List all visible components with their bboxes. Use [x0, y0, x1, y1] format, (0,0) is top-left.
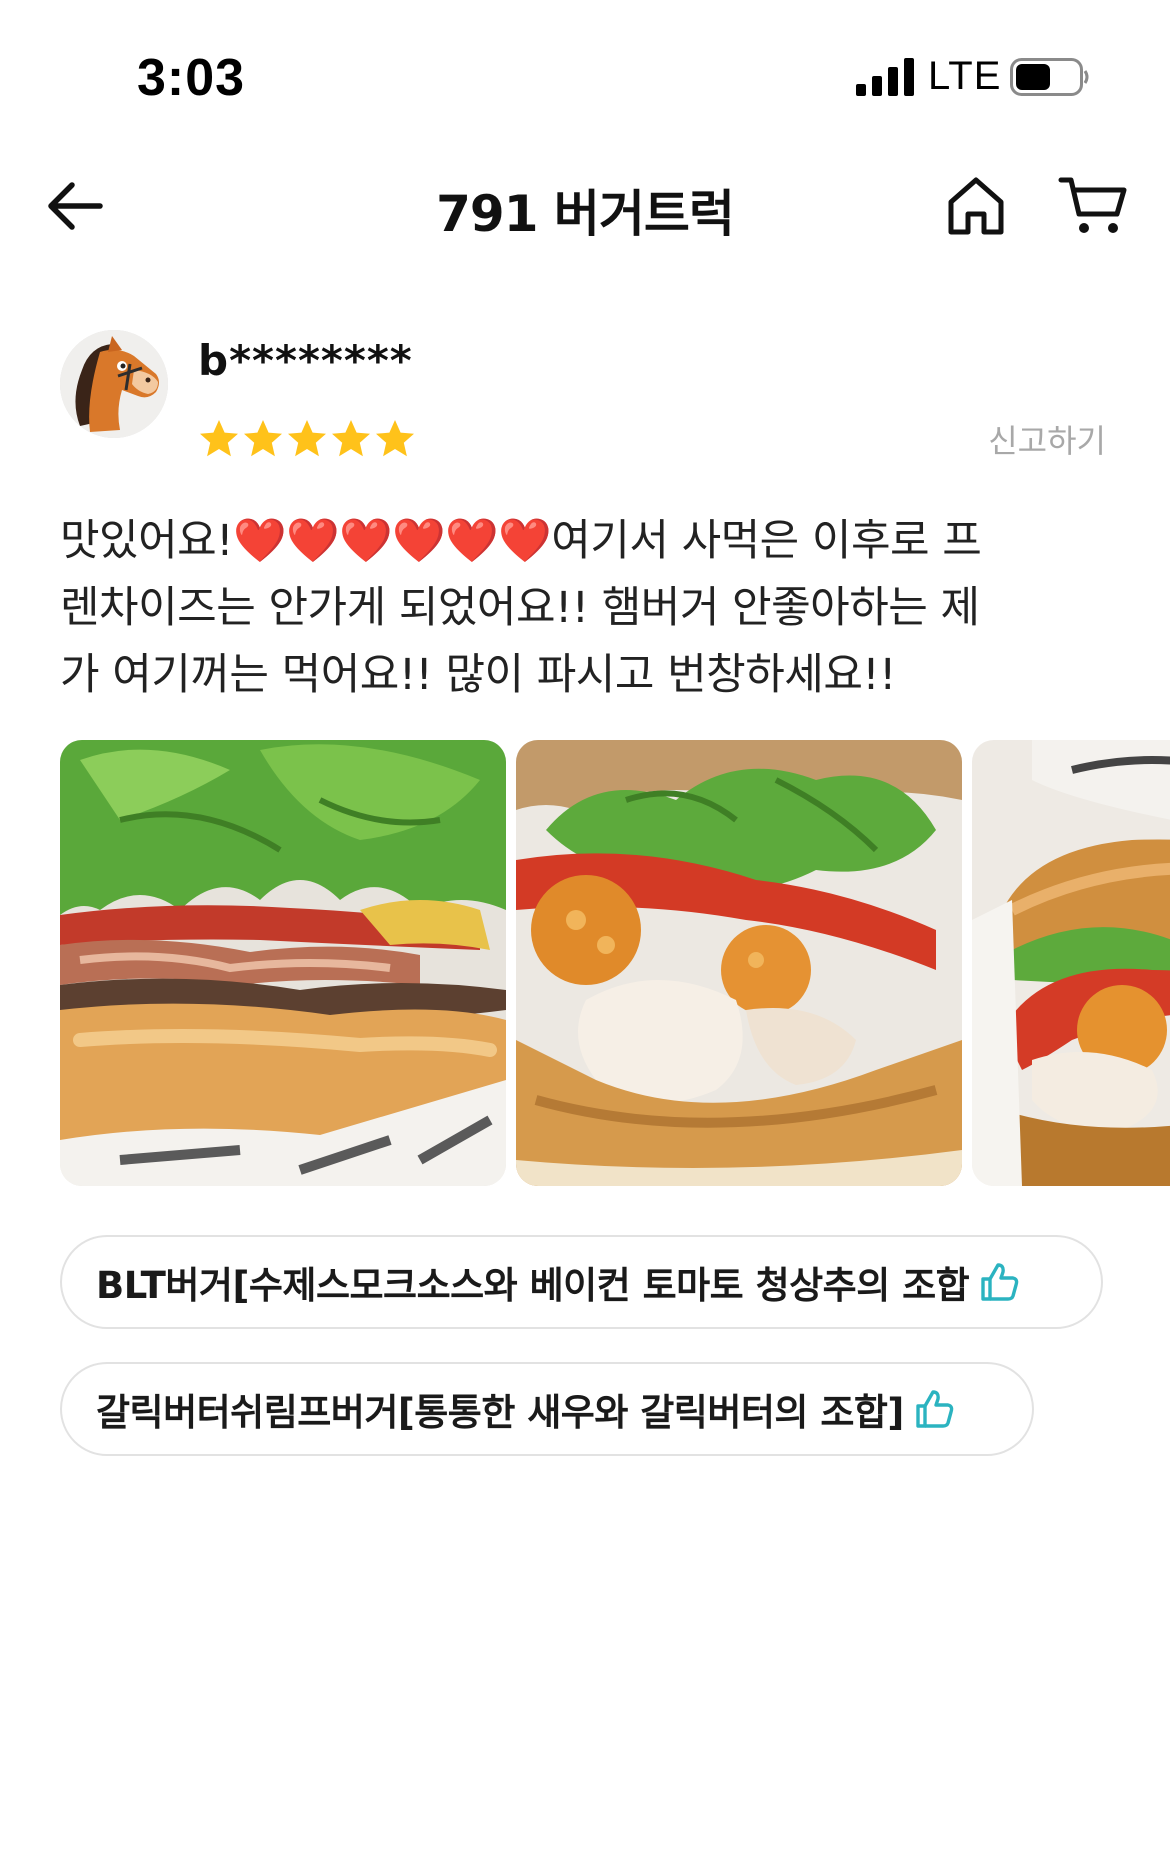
- thumbs-up-icon: [981, 1263, 1019, 1301]
- review-text: 맛있어요!❤️❤️❤️❤️❤️❤️여기서 사먹은 이후로 프 렌차이즈는 안가게…: [60, 516, 982, 700]
- review-detail-screen: 3:03 LTE 791 버거트럭 b******** 신고하기 맛있어요!❤️…: [0, 0, 1170, 1852]
- menu-chip-garlic-butter-shrimp-burger[interactable]: 갈릭버터쉬림프버거[통통한 새우와 갈릭버터의 조합]: [60, 1362, 1034, 1456]
- star-icon: [244, 420, 282, 457]
- report-link[interactable]: 신고하기: [988, 416, 1106, 462]
- network-type: LTE: [928, 54, 1002, 98]
- home-icon[interactable]: [944, 174, 1008, 238]
- menu-chip-label: BLT버거[수제스모크소스와 베이컨 토마토 청상추의 조합: [96, 1264, 970, 1307]
- menu-chip-label: 갈릭버터쉬림프버거[통통한 새우와 갈릭버터의 조합]: [96, 1391, 904, 1434]
- cart-icon[interactable]: [1058, 174, 1130, 238]
- thumbs-up-icon: [916, 1390, 954, 1428]
- menu-chip-blt-burger[interactable]: BLT버거[수제스모크소스와 베이컨 토마토 청상추의 조합: [60, 1235, 1103, 1329]
- navigation-bar: 791 버거트럭: [0, 150, 1170, 270]
- review-photos[interactable]: [60, 740, 1170, 1188]
- horse-avatar-icon: [60, 330, 168, 438]
- star-icon: [376, 420, 414, 457]
- star-icon: [288, 420, 326, 457]
- star-icon: [200, 420, 238, 457]
- avatar: [60, 330, 168, 438]
- status-time: 3:03: [137, 49, 246, 107]
- battery-icon: [1010, 58, 1089, 96]
- burger-photo-blt[interactable]: [60, 740, 506, 1186]
- signal-bars-icon: [856, 58, 914, 96]
- status-bar: 3:03 LTE: [0, 0, 1170, 140]
- burger-photo-shrimp[interactable]: [516, 740, 962, 1186]
- rating-stars: [198, 418, 416, 462]
- burger-photo-shrimp-2[interactable]: [972, 740, 1170, 1186]
- reviewer-name: b********: [198, 336, 413, 385]
- star-icon: [332, 420, 370, 457]
